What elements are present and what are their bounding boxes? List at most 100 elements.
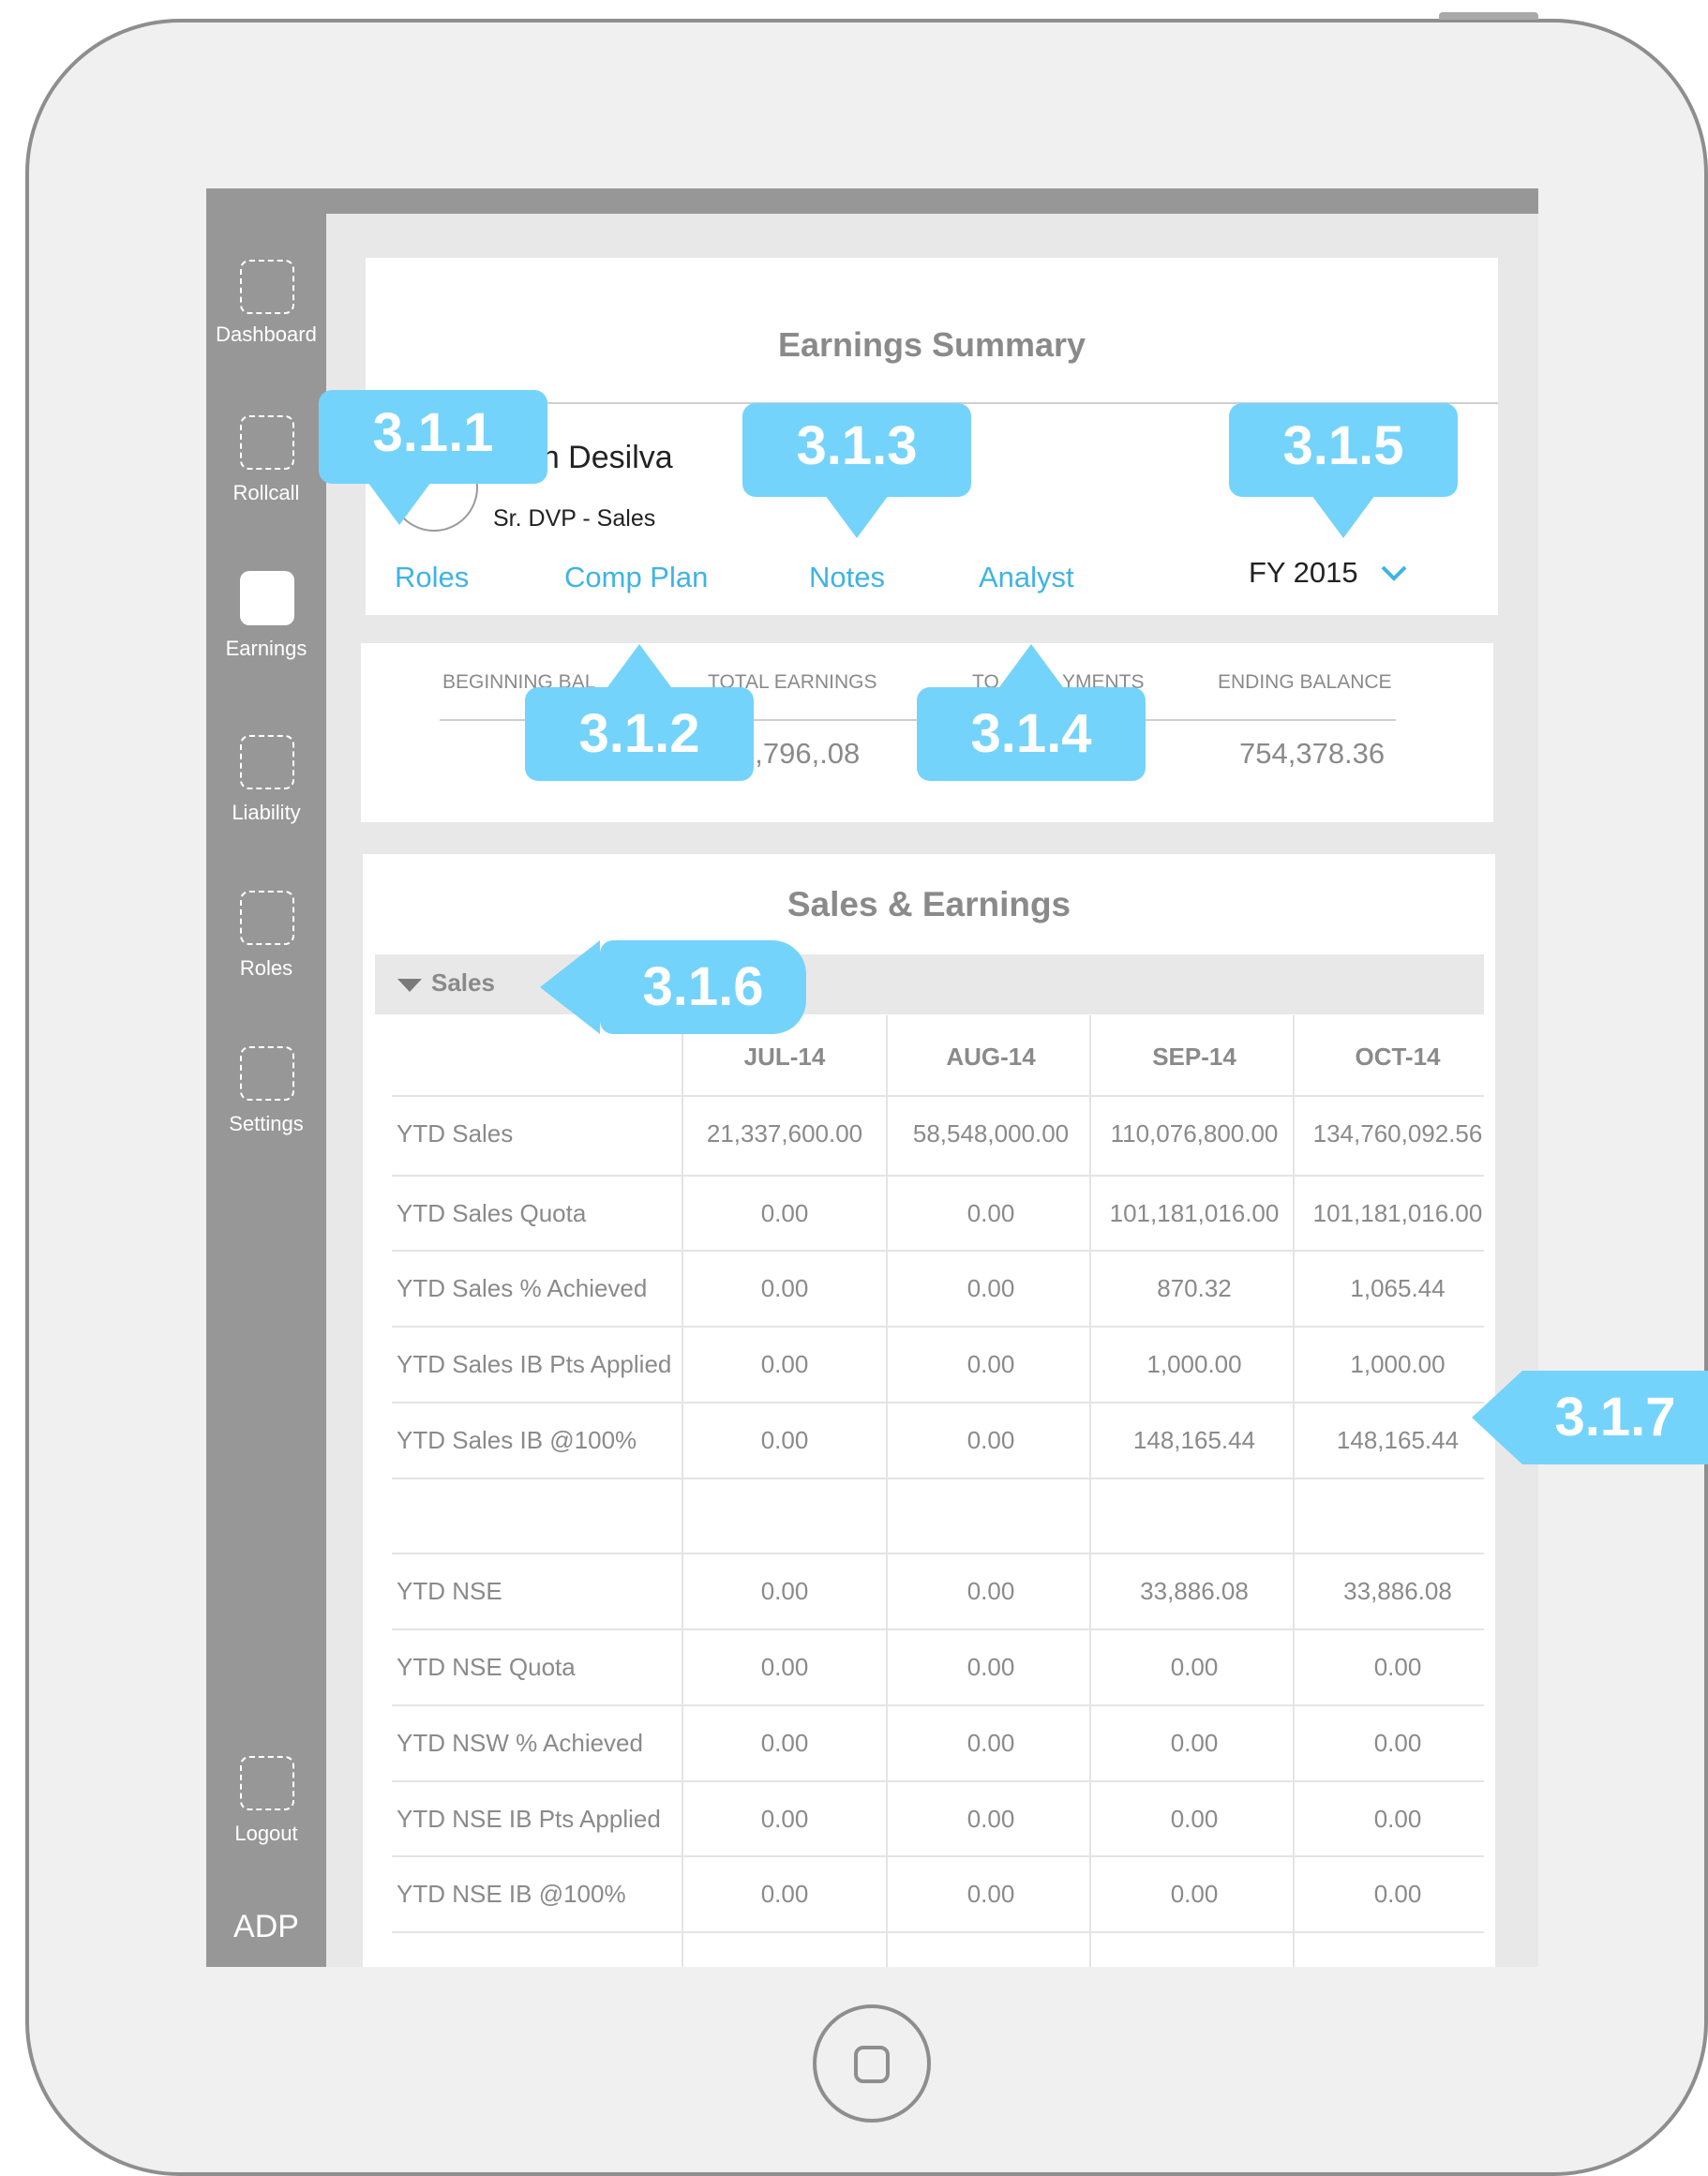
column-header: SEP-14 — [1152, 1043, 1236, 1071]
row-divider — [392, 1478, 1484, 1479]
column-header: AUG-14 — [946, 1043, 1036, 1071]
row-label: YTD NSE — [397, 1577, 502, 1605]
table-cell: 0.00 — [1373, 1880, 1422, 1908]
page-title: Earnings Summary — [777, 325, 1086, 364]
rollcall-icon — [240, 415, 294, 470]
sales-section-label: Sales — [431, 968, 495, 997]
callout-3-1-7: 3.1.7 — [1472, 1371, 1708, 1464]
table-cell: 0.00 — [760, 1426, 809, 1454]
sidebar-item-earnings[interactable]: Earnings — [206, 571, 326, 674]
table-cell: 33,886.08 — [1140, 1577, 1249, 1605]
table-cell: 0.00 — [760, 1880, 809, 1908]
sidebar-item-liability[interactable]: Liability — [206, 735, 326, 829]
row-divider — [392, 1628, 1484, 1630]
table-cell: 1,065.44 — [1350, 1274, 1446, 1302]
comp-plan-link[interactable]: Comp Plan — [564, 561, 708, 594]
callout-label: 3.1.3 — [796, 415, 918, 476]
column-header: JUL-14 — [743, 1043, 826, 1071]
callout-3-1-6: 3.1.6 — [540, 940, 806, 1034]
table-cell: 134,760,092.56 — [1312, 1119, 1483, 1148]
liability-icon — [240, 735, 294, 789]
callout-3-1-5: 3.1.5 — [1229, 403, 1458, 538]
table-cell: 0.00 — [760, 1350, 809, 1378]
table-cell: 0.00 — [1170, 1880, 1219, 1908]
table-cell: 0.00 — [966, 1350, 1015, 1378]
sidebar-item-label: Dashboard — [216, 323, 317, 346]
notes-link[interactable]: Notes — [809, 561, 885, 594]
callout-label: 3.1.4 — [970, 703, 1092, 764]
person-role: Sr. DVP - Sales — [493, 505, 656, 532]
triangle-down-icon — [397, 979, 422, 992]
sidebar-item-rollcall[interactable]: Rollcall — [206, 415, 326, 509]
sidebar-item-label: Earnings — [225, 637, 307, 660]
ending-balance-label: ENDING BALANCE — [1218, 671, 1392, 693]
table-cell: 0.00 — [966, 1880, 1015, 1908]
table-cell: 101,181,016.00 — [1312, 1199, 1483, 1227]
callout-3-1-2: 3.1.2 — [525, 644, 754, 781]
table-cell: 0.00 — [760, 1577, 809, 1605]
brand-logo: ADP — [233, 1909, 299, 1944]
table-cell: 0.00 — [760, 1199, 809, 1227]
settings-icon — [240, 1046, 294, 1101]
sidebar-item-label: Liability — [232, 801, 301, 824]
table-cell: 870.32 — [1157, 1274, 1232, 1302]
dashboard-icon — [240, 260, 294, 314]
analyst-link[interactable]: Analyst — [979, 561, 1074, 594]
table-cell: 0.00 — [1373, 1805, 1422, 1833]
roles-link[interactable]: Roles — [395, 561, 469, 594]
sidebar-item-settings[interactable]: Settings — [206, 1046, 326, 1140]
table-cell: 0.00 — [1170, 1805, 1219, 1833]
table-cell: 0.00 — [966, 1577, 1015, 1605]
row-label: YTD Sales IB @100% — [397, 1426, 637, 1454]
ending-balance-value: 754,378.36 — [1239, 737, 1386, 770]
sidebar: Dashboard Rollcall Earnings Liability Ro… — [206, 188, 326, 1967]
row-divider — [392, 1780, 1484, 1782]
table-cell: 0.00 — [966, 1729, 1015, 1757]
table-cell: 0.00 — [966, 1653, 1015, 1681]
column-header: OCT-14 — [1355, 1043, 1441, 1071]
row-label: YTD Sales Quota — [397, 1199, 587, 1227]
row-divider — [392, 1855, 1484, 1857]
sidebar-item-label: Settings — [229, 1112, 304, 1135]
table-cell: 0.00 — [966, 1805, 1015, 1833]
callout-label: 3.1.6 — [642, 956, 764, 1017]
table-cell: 1,000.00 — [1146, 1350, 1242, 1378]
row-divider — [392, 1095, 1484, 1097]
callout-label: 3.1.2 — [578, 703, 700, 764]
row-divider — [392, 1402, 1484, 1403]
table-cell: 0.00 — [966, 1426, 1015, 1454]
sidebar-item-logout[interactable]: Logout — [206, 1756, 326, 1850]
sidebar-item-roles[interactable]: Roles — [206, 891, 326, 984]
table-cell: 148,165.44 — [1336, 1426, 1460, 1454]
fiscal-year-selector[interactable]: FY 2015 — [1249, 556, 1358, 590]
table-cell: 101,181,016.00 — [1109, 1199, 1280, 1227]
row-label: YTD Sales % Achieved — [397, 1274, 648, 1302]
sidebar-item-dashboard[interactable]: Dashboard — [206, 260, 326, 353]
total-earnings-value: 6,796,.08 — [739, 737, 861, 770]
table-cell: 0.00 — [1170, 1729, 1219, 1757]
table-cell: 0.00 — [1373, 1729, 1422, 1757]
status-bar — [206, 188, 1538, 214]
table-cell: 0.00 — [1170, 1653, 1219, 1681]
row-label: YTD NSE IB @100% — [397, 1880, 626, 1908]
section-title: Sales & Earnings — [787, 885, 1071, 923]
home-button-icon — [854, 2046, 890, 2083]
table-cell: 0.00 — [966, 1199, 1015, 1227]
table-cell: 0.00 — [760, 1274, 809, 1302]
row-divider — [392, 1553, 1484, 1554]
callout-3-1-3: 3.1.3 — [742, 403, 971, 538]
callout-3-1-4: 3.1.4 — [917, 644, 1146, 781]
table-cell: 0.00 — [760, 1805, 809, 1833]
row-label: YTD NSE Quota — [397, 1653, 576, 1681]
callout-3-1-1: 3.1.1 — [319, 390, 547, 525]
row-divider — [392, 1704, 1484, 1706]
logout-icon — [240, 1756, 294, 1810]
sidebar-item-label: Logout — [234, 1822, 298, 1845]
chevron-down-icon[interactable] — [1380, 563, 1408, 587]
sales-earnings-card — [363, 854, 1495, 1967]
row-divider — [392, 1931, 1484, 1933]
row-divider — [392, 1326, 1484, 1328]
callout-label: 3.1.7 — [1554, 1387, 1676, 1448]
table-cell: 0.00 — [1373, 1653, 1422, 1681]
callout-label: 3.1.1 — [372, 402, 494, 463]
